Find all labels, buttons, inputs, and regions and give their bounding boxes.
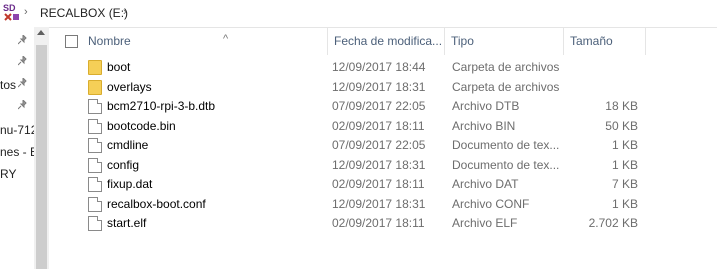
file-date: 02/09/2017 18:11 (332, 119, 425, 133)
nav-scrollbar[interactable] (34, 27, 49, 269)
file-size: 1 KB (611, 197, 638, 211)
file-type: Carpeta de archivos (452, 60, 560, 74)
nav-item-label: nu-712 (0, 123, 34, 137)
file-icon (88, 197, 102, 212)
file-row[interactable]: boot 12/09/2017 18:44 Carpeta de archivo… (50, 58, 650, 77)
file-icon (88, 119, 102, 134)
file-size: 50 KB (605, 119, 638, 133)
file-type: Documento de tex... (452, 138, 560, 152)
file-name: start.elf (107, 216, 147, 230)
file-name: boot (107, 60, 131, 74)
column-name-label: Nombre (88, 34, 131, 48)
file-date: 12/09/2017 18:31 (332, 158, 426, 172)
breadcrumb-separator[interactable]: › (123, 6, 127, 18)
file-row[interactable]: overlays 12/09/2017 18:31 Carpeta de arc… (50, 78, 650, 97)
file-name: recalbox-boot.conf (107, 197, 206, 211)
nav-item[interactable]: nu-712 (0, 120, 34, 140)
column-size[interactable]: Tamaño (564, 27, 646, 55)
folder-icon (88, 80, 102, 95)
file-row[interactable]: recalbox-boot.conf 12/09/2017 18:31 Arch… (50, 195, 650, 214)
breadcrumb-separator[interactable]: › (24, 6, 28, 18)
navigation-pane: tos nu-712 nes - B RY (0, 27, 34, 269)
file-date: 12/09/2017 18:31 (332, 80, 426, 94)
file-size: 1 KB (611, 158, 638, 172)
nav-item[interactable]: nes - B (0, 142, 34, 162)
file-icon (88, 99, 102, 114)
column-type[interactable]: Tipo (445, 27, 564, 55)
file-size: 7 KB (611, 177, 638, 191)
file-size: 1 KB (611, 138, 638, 152)
file-name: cmdline (107, 138, 149, 152)
file-date: 12/09/2017 18:44 (332, 60, 426, 74)
file-name: fixup.dat (107, 177, 153, 191)
nav-item-label: nes - B (0, 145, 34, 159)
file-type: Archivo ELF (452, 216, 518, 230)
pin-icon (17, 32, 28, 52)
file-date: 02/09/2017 18:11 (332, 177, 425, 191)
address-bar[interactable]: SD › RECALBOX (E:) › (0, 0, 717, 28)
nav-item-label: RY (0, 167, 17, 181)
file-row[interactable]: config 12/09/2017 18:31 Documento de tex… (50, 156, 650, 175)
file-date: 02/09/2017 18:11 (332, 216, 425, 230)
svg-text:SD: SD (3, 3, 16, 13)
file-date: 07/09/2017 22:05 (332, 99, 426, 113)
sort-ascending-icon: ^ (223, 33, 229, 45)
breadcrumb-drive[interactable]: RECALBOX (E:) (40, 6, 128, 20)
file-name: bootcode.bin (107, 119, 176, 133)
column-date-label: Fecha de modifica... (334, 34, 443, 48)
nav-item[interactable]: RY (0, 164, 16, 184)
file-name: config (107, 158, 140, 172)
folder-icon (88, 60, 102, 75)
file-row[interactable]: start.elf 02/09/2017 18:11 Archivo ELF 2… (50, 214, 650, 233)
file-row[interactable]: bcm2710-rpi-3-b.dtb 07/09/2017 22:05 Arc… (50, 97, 650, 116)
file-row[interactable]: cmdline 07/09/2017 22:05 Documento de te… (50, 136, 650, 155)
pin-icon (17, 75, 28, 95)
select-all-checkbox[interactable] (65, 35, 78, 48)
file-size: 2.702 KB (588, 216, 638, 230)
file-type: Archivo DTB (452, 99, 520, 113)
file-size: 18 KB (605, 99, 638, 113)
file-icon (88, 138, 102, 153)
file-name: overlays (107, 80, 152, 94)
sd-card-app-icon: SD (2, 2, 20, 22)
pin-icon (17, 97, 28, 117)
scrollbar-thumb[interactable] (36, 45, 47, 269)
file-type: Documento de tex... (452, 158, 560, 172)
column-type-label: Tipo (451, 34, 474, 48)
file-type: Archivo CONF (452, 197, 530, 211)
pin-icon (17, 53, 28, 73)
file-row[interactable]: bootcode.bin 02/09/2017 18:11 Archivo BI… (50, 117, 650, 136)
scroll-up-arrow-icon[interactable] (37, 30, 45, 35)
file-name: bcm2710-rpi-3-b.dtb (107, 99, 216, 113)
column-size-label: Tamaño (570, 34, 613, 48)
file-type: Archivo DAT (452, 177, 519, 191)
file-type: Carpeta de archivos (452, 80, 560, 94)
column-header: Nombre ^ Fecha de modifica... Tipo Tamañ… (50, 27, 717, 55)
column-date[interactable]: Fecha de modifica... (328, 27, 445, 55)
column-name[interactable]: Nombre ^ (82, 27, 328, 55)
file-type: Archivo BIN (452, 119, 516, 133)
file-date: 07/09/2017 22:05 (332, 138, 426, 152)
file-icon (88, 158, 102, 173)
file-row[interactable]: fixup.dat 02/09/2017 18:11 Archivo DAT 7… (50, 175, 650, 194)
file-icon (88, 216, 102, 231)
file-icon (88, 177, 102, 192)
nav-item-label: tos (0, 78, 17, 92)
file-date: 12/09/2017 18:31 (332, 197, 426, 211)
nav-item[interactable]: tos (0, 75, 27, 95)
